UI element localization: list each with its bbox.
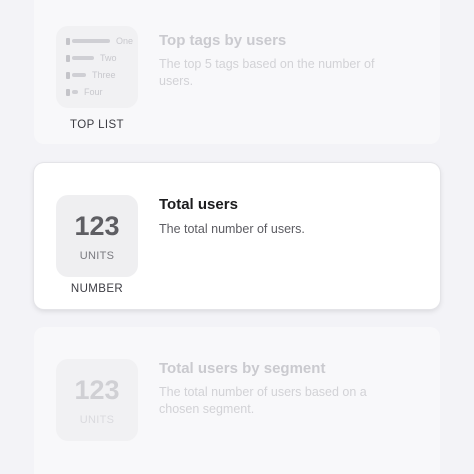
widget-description: The top 5 tags based on the number of us… bbox=[159, 57, 375, 88]
bar bbox=[72, 90, 78, 94]
top-list-row: Two bbox=[66, 53, 117, 63]
list-item-label: Two bbox=[100, 53, 117, 63]
bar bbox=[72, 56, 94, 60]
widget-card-number[interactable]: 123 UNITS NUMBER Total users The total n… bbox=[34, 163, 440, 309]
bar-marker bbox=[66, 54, 70, 62]
list-item-label: Three bbox=[92, 70, 116, 80]
sample-units: UNITS bbox=[79, 250, 115, 262]
widget-card-segment-number[interactable]: 123 UNITS Total users by segment The tot… bbox=[34, 327, 440, 474]
top-list-row: Four bbox=[66, 87, 103, 97]
sample-number: 123 bbox=[74, 211, 120, 241]
bar bbox=[72, 39, 110, 43]
widget-title: Total users by segment bbox=[159, 360, 326, 377]
sample-number: 123 bbox=[74, 375, 120, 405]
bar bbox=[72, 73, 86, 77]
widget-card-top-list[interactable]: One Two Three Four TOP LIST Top tags by … bbox=[34, 0, 440, 144]
widget-title: Total users bbox=[159, 196, 238, 213]
top-list-thumbnail: One Two Three Four bbox=[56, 26, 138, 108]
widget-picker: One Two Three Four TOP LIST Top tags by … bbox=[0, 0, 474, 474]
widget-title: Top tags by users bbox=[159, 32, 287, 49]
list-item-label: One bbox=[116, 36, 134, 46]
number-thumbnail: 123 UNITS bbox=[56, 195, 138, 277]
top-list-row: One bbox=[66, 36, 133, 46]
bar-marker bbox=[66, 37, 70, 45]
widget-type-label: NUMBER bbox=[70, 283, 124, 295]
widget-type-label: TOP LIST bbox=[70, 119, 124, 131]
widget-description: The total number of users based on a cho… bbox=[159, 385, 367, 416]
list-item-label: Four bbox=[84, 87, 103, 97]
bar-marker bbox=[66, 88, 70, 96]
sample-units: UNITS bbox=[79, 414, 115, 426]
top-list-row: Three bbox=[66, 70, 116, 80]
number-thumbnail: 123 UNITS bbox=[56, 359, 138, 441]
widget-description: The total number of users. bbox=[159, 222, 305, 236]
bar-marker bbox=[66, 71, 70, 79]
